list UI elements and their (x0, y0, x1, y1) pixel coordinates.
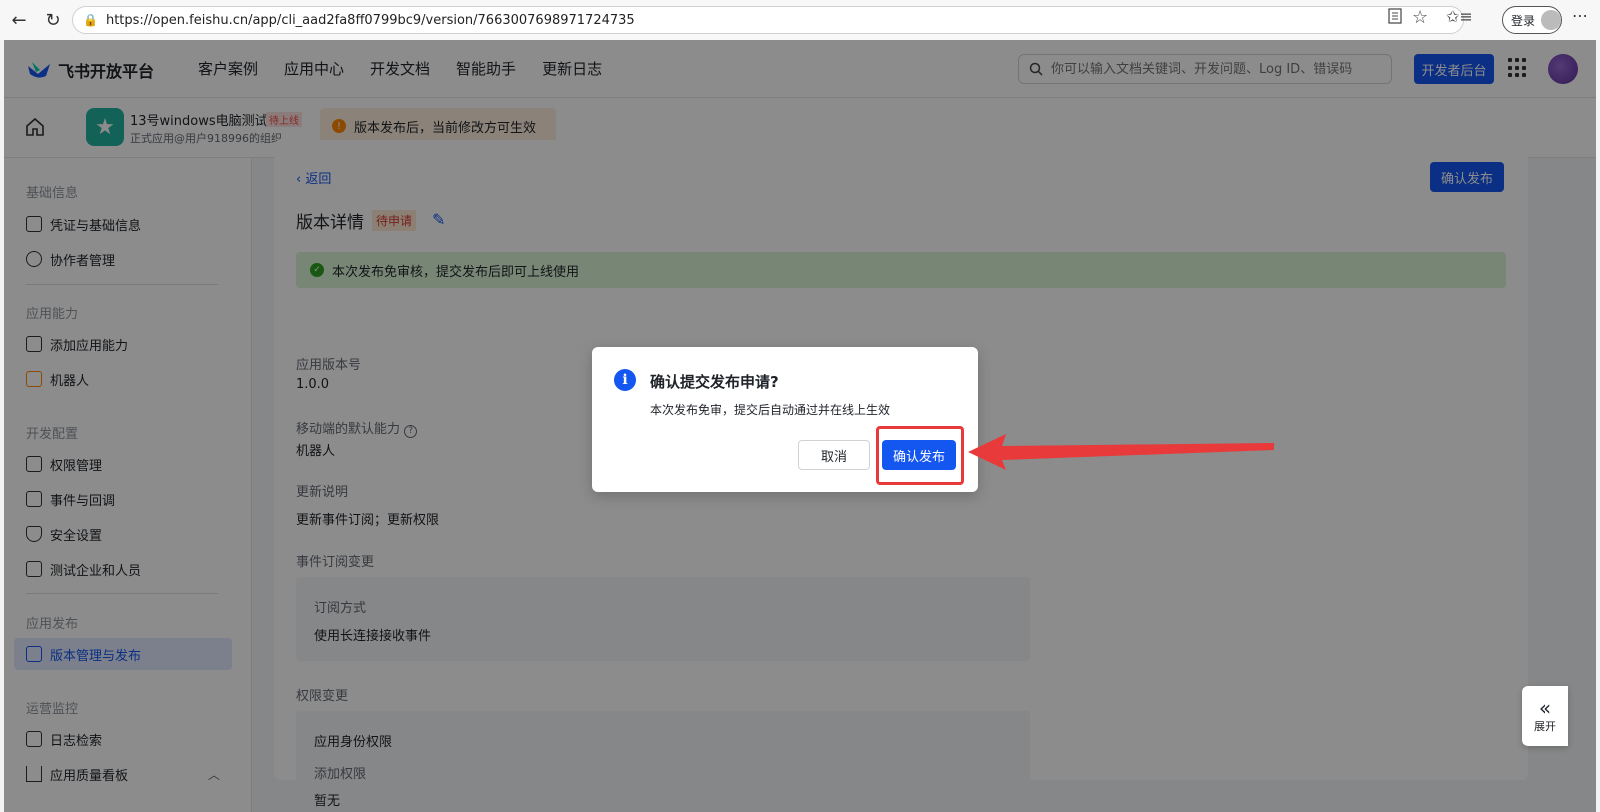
back-arrow-icon[interactable]: ← (4, 5, 34, 35)
browser-login-button[interactable]: 登录 (1502, 6, 1562, 34)
double-chevron-left-icon: « (1538, 696, 1552, 720)
dialog-description: 本次发布免审，提交后自动通过并在线上生效 (650, 403, 891, 417)
reload-icon[interactable]: ↻ (38, 5, 68, 35)
star-icon[interactable]: ☆ (1412, 7, 1428, 28)
more-icon[interactable]: ⋯ (1572, 6, 1588, 25)
address-bar[interactable]: 🔒 https://open.feishu.cn/app/cli_aad2fa8… (72, 6, 1464, 34)
info-icon: i (614, 369, 636, 391)
annotation-highlight-box (876, 426, 964, 485)
expand-label: 展开 (1534, 720, 1556, 733)
profile-avatar-icon (1541, 10, 1561, 30)
reader-icon[interactable] (1388, 8, 1402, 24)
expand-panel-button[interactable]: « 展开 (1522, 686, 1568, 746)
favorites-icon[interactable]: ✩≡ (1446, 7, 1473, 26)
dialog-title: 确认提交发布申请? (650, 373, 779, 391)
login-label: 登录 (1511, 13, 1536, 28)
url-text: https://open.feishu.cn/app/cli_aad2fa8ff… (105, 12, 635, 28)
annotation-arrow-icon (968, 434, 1274, 470)
lock-icon: 🔒 (83, 13, 98, 27)
cancel-button[interactable]: 取消 (798, 440, 870, 470)
